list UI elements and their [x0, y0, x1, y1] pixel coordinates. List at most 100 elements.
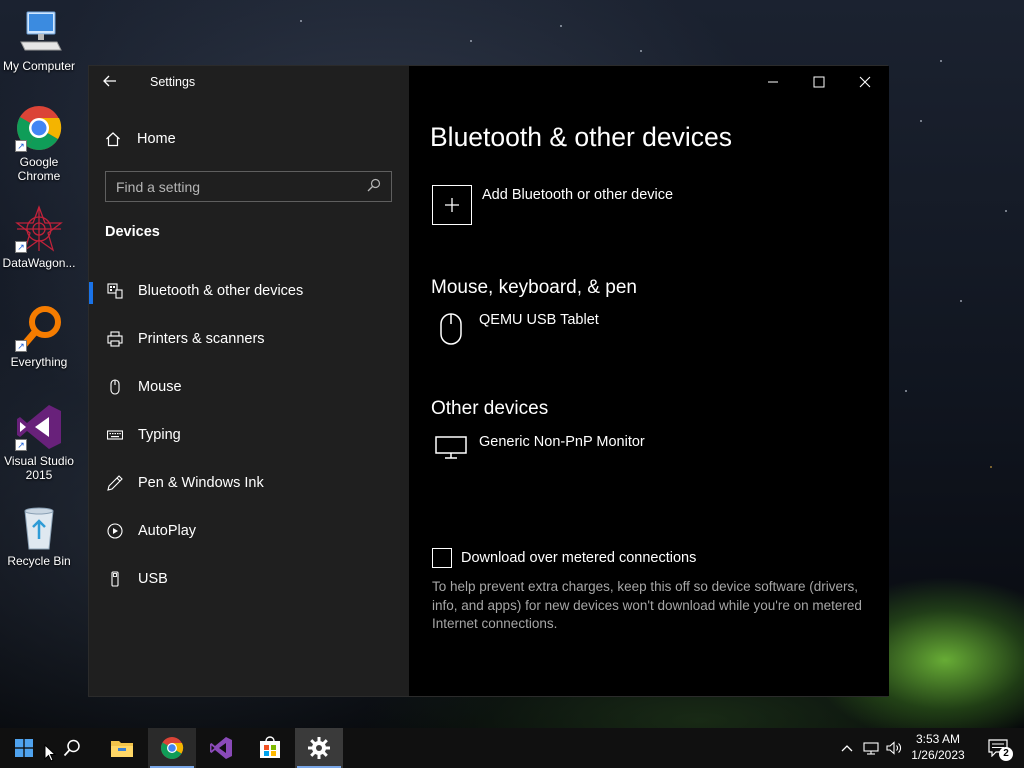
settings-sidebar: Settings Home Devices [89, 66, 409, 696]
page-title: Bluetooth & other devices [430, 122, 732, 152]
desktop-icon-my-computer[interactable]: My Computer [0, 8, 78, 73]
search-box[interactable] [105, 171, 392, 202]
nav-item-typing[interactable]: Typing [89, 415, 409, 455]
folder-icon [111, 741, 133, 757]
keyboard-icon [106, 427, 124, 443]
nav-item-printers[interactable]: Printers & scanners [89, 319, 409, 359]
desktop-icon-label: My Computer [2, 59, 76, 73]
desktop-icon-everything[interactable]: ↗ Everything [0, 304, 78, 369]
clock-date: 1/26/2023 [911, 748, 965, 762]
chrome-icon [161, 737, 184, 759]
pen-icon [106, 475, 124, 491]
add-device-label: Add Bluetooth or other device [482, 187, 674, 203]
visual-studio-icon [210, 737, 232, 759]
visual-studio-icon: ↗ [15, 403, 63, 451]
autoplay-icon [106, 523, 124, 539]
shortcut-arrow-icon: ↗ [15, 241, 27, 253]
back-button[interactable] [103, 74, 125, 92]
nav-item-label: Typing [138, 427, 181, 443]
desktop-icon-label: DataWagon... [2, 256, 76, 270]
maximize-button[interactable] [796, 70, 842, 94]
nav-item-pen[interactable]: Pen & Windows Ink [89, 463, 409, 503]
file-explorer-button[interactable] [98, 728, 146, 768]
magnifier-icon: ↗ [15, 304, 63, 352]
volume-icon[interactable] [885, 739, 903, 757]
search-input[interactable] [116, 178, 356, 195]
plus-icon [432, 185, 472, 225]
desktop-icon-label: Visual Studio 2015 [4, 454, 74, 482]
home-icon [105, 131, 123, 147]
maximize-icon [813, 76, 825, 88]
app-title: Settings [150, 75, 196, 89]
other-devices-heading: Other devices [431, 398, 549, 419]
mouse-keyboard-pen-heading: Mouse, keyboard, & pen [431, 277, 637, 298]
desktop-icon-label: Google Chrome [17, 155, 61, 183]
windows-logo-icon [15, 739, 33, 757]
nav-item-label: Printers & scanners [138, 331, 265, 347]
home-nav-item[interactable]: Home [105, 129, 176, 149]
taskbar-clock[interactable]: 3:53 AM 1/26/2023 [904, 731, 972, 763]
mouse-cursor-icon [44, 743, 57, 767]
desktop-icon-label: Recycle Bin [7, 554, 71, 568]
device-name: QEMU USB Tablet [479, 312, 599, 328]
notification-count-badge: 2 [999, 747, 1013, 761]
nav-item-label: USB [138, 571, 168, 587]
clock-time: 3:53 AM [915, 732, 961, 746]
desktop-icon-datawagon[interactable]: ↗ DataWagon... [0, 205, 78, 270]
nav-item-bluetooth[interactable]: Bluetooth & other devices [89, 271, 409, 311]
device-generic-monitor[interactable]: Generic Non-PnP Monitor [433, 434, 645, 460]
network-icon[interactable] [862, 739, 880, 757]
store-icon [260, 736, 280, 758]
mouse-icon [433, 312, 469, 346]
metered-connections-option[interactable]: Download over metered connections [432, 548, 696, 568]
close-icon [859, 76, 871, 88]
visual-studio-taskbar-button[interactable] [197, 728, 245, 768]
bluetooth-devices-icon [106, 283, 124, 299]
desktop-icon-recycle-bin[interactable]: Recycle Bin [0, 503, 78, 568]
nav-item-usb[interactable]: USB [89, 559, 409, 599]
shortcut-arrow-icon: ↗ [15, 439, 27, 451]
section-title: Devices [105, 224, 160, 240]
monitor-icon [433, 434, 469, 460]
computer-icon [15, 8, 63, 56]
desktop-icon-visual-studio[interactable]: ↗ Visual Studio 2015 [0, 403, 78, 482]
settings-content: Bluetooth & other devices Add Bluetooth … [409, 66, 889, 696]
mouse-icon [106, 379, 124, 395]
settings-window: Settings Home Devices [88, 65, 889, 697]
start-button[interactable] [0, 728, 48, 768]
printer-icon [106, 331, 124, 347]
minimize-icon [768, 81, 778, 83]
chrome-taskbar-button[interactable] [148, 728, 196, 768]
recycle-bin-icon [15, 503, 63, 551]
nav-item-autoplay[interactable]: AutoPlay [89, 511, 409, 551]
usb-icon [106, 571, 124, 587]
nav-item-label: Pen & Windows Ink [138, 475, 264, 491]
taskbar: 3:53 AM 1/26/2023 2 [0, 728, 1024, 768]
nav-item-mouse[interactable]: Mouse [89, 367, 409, 407]
chrome-icon: ↗ [15, 104, 63, 152]
nav-item-label: Bluetooth & other devices [138, 283, 304, 299]
action-center-button[interactable]: 2 [978, 728, 1018, 768]
metered-checkbox[interactable] [432, 548, 452, 568]
shortcut-arrow-icon: ↗ [15, 140, 27, 152]
shortcut-arrow-icon: ↗ [15, 340, 27, 352]
chevron-up-icon[interactable] [838, 739, 856, 757]
nav-item-label: AutoPlay [138, 523, 197, 539]
search-icon[interactable] [367, 178, 381, 195]
datawagon-icon: ↗ [15, 205, 63, 253]
device-name: Generic Non-PnP Monitor [479, 434, 645, 450]
desktop-icon-google-chrome[interactable]: ↗ Google Chrome [0, 104, 78, 183]
gear-icon [308, 737, 330, 759]
add-device-button[interactable]: Add Bluetooth or other device [432, 185, 673, 225]
metered-label: Download over metered connections [461, 550, 697, 566]
device-qemu-usb-tablet[interactable]: QEMU USB Tablet [433, 312, 599, 346]
search-icon [63, 739, 80, 757]
nav-item-label: Mouse [138, 379, 182, 395]
store-taskbar-button[interactable] [246, 728, 294, 768]
settings-taskbar-button[interactable] [295, 728, 343, 768]
arrow-left-icon [103, 75, 116, 87]
close-button[interactable] [842, 70, 888, 94]
minimize-button[interactable] [750, 70, 796, 94]
desktop-icon-label: Everything [10, 355, 68, 369]
home-label: Home [137, 131, 176, 147]
